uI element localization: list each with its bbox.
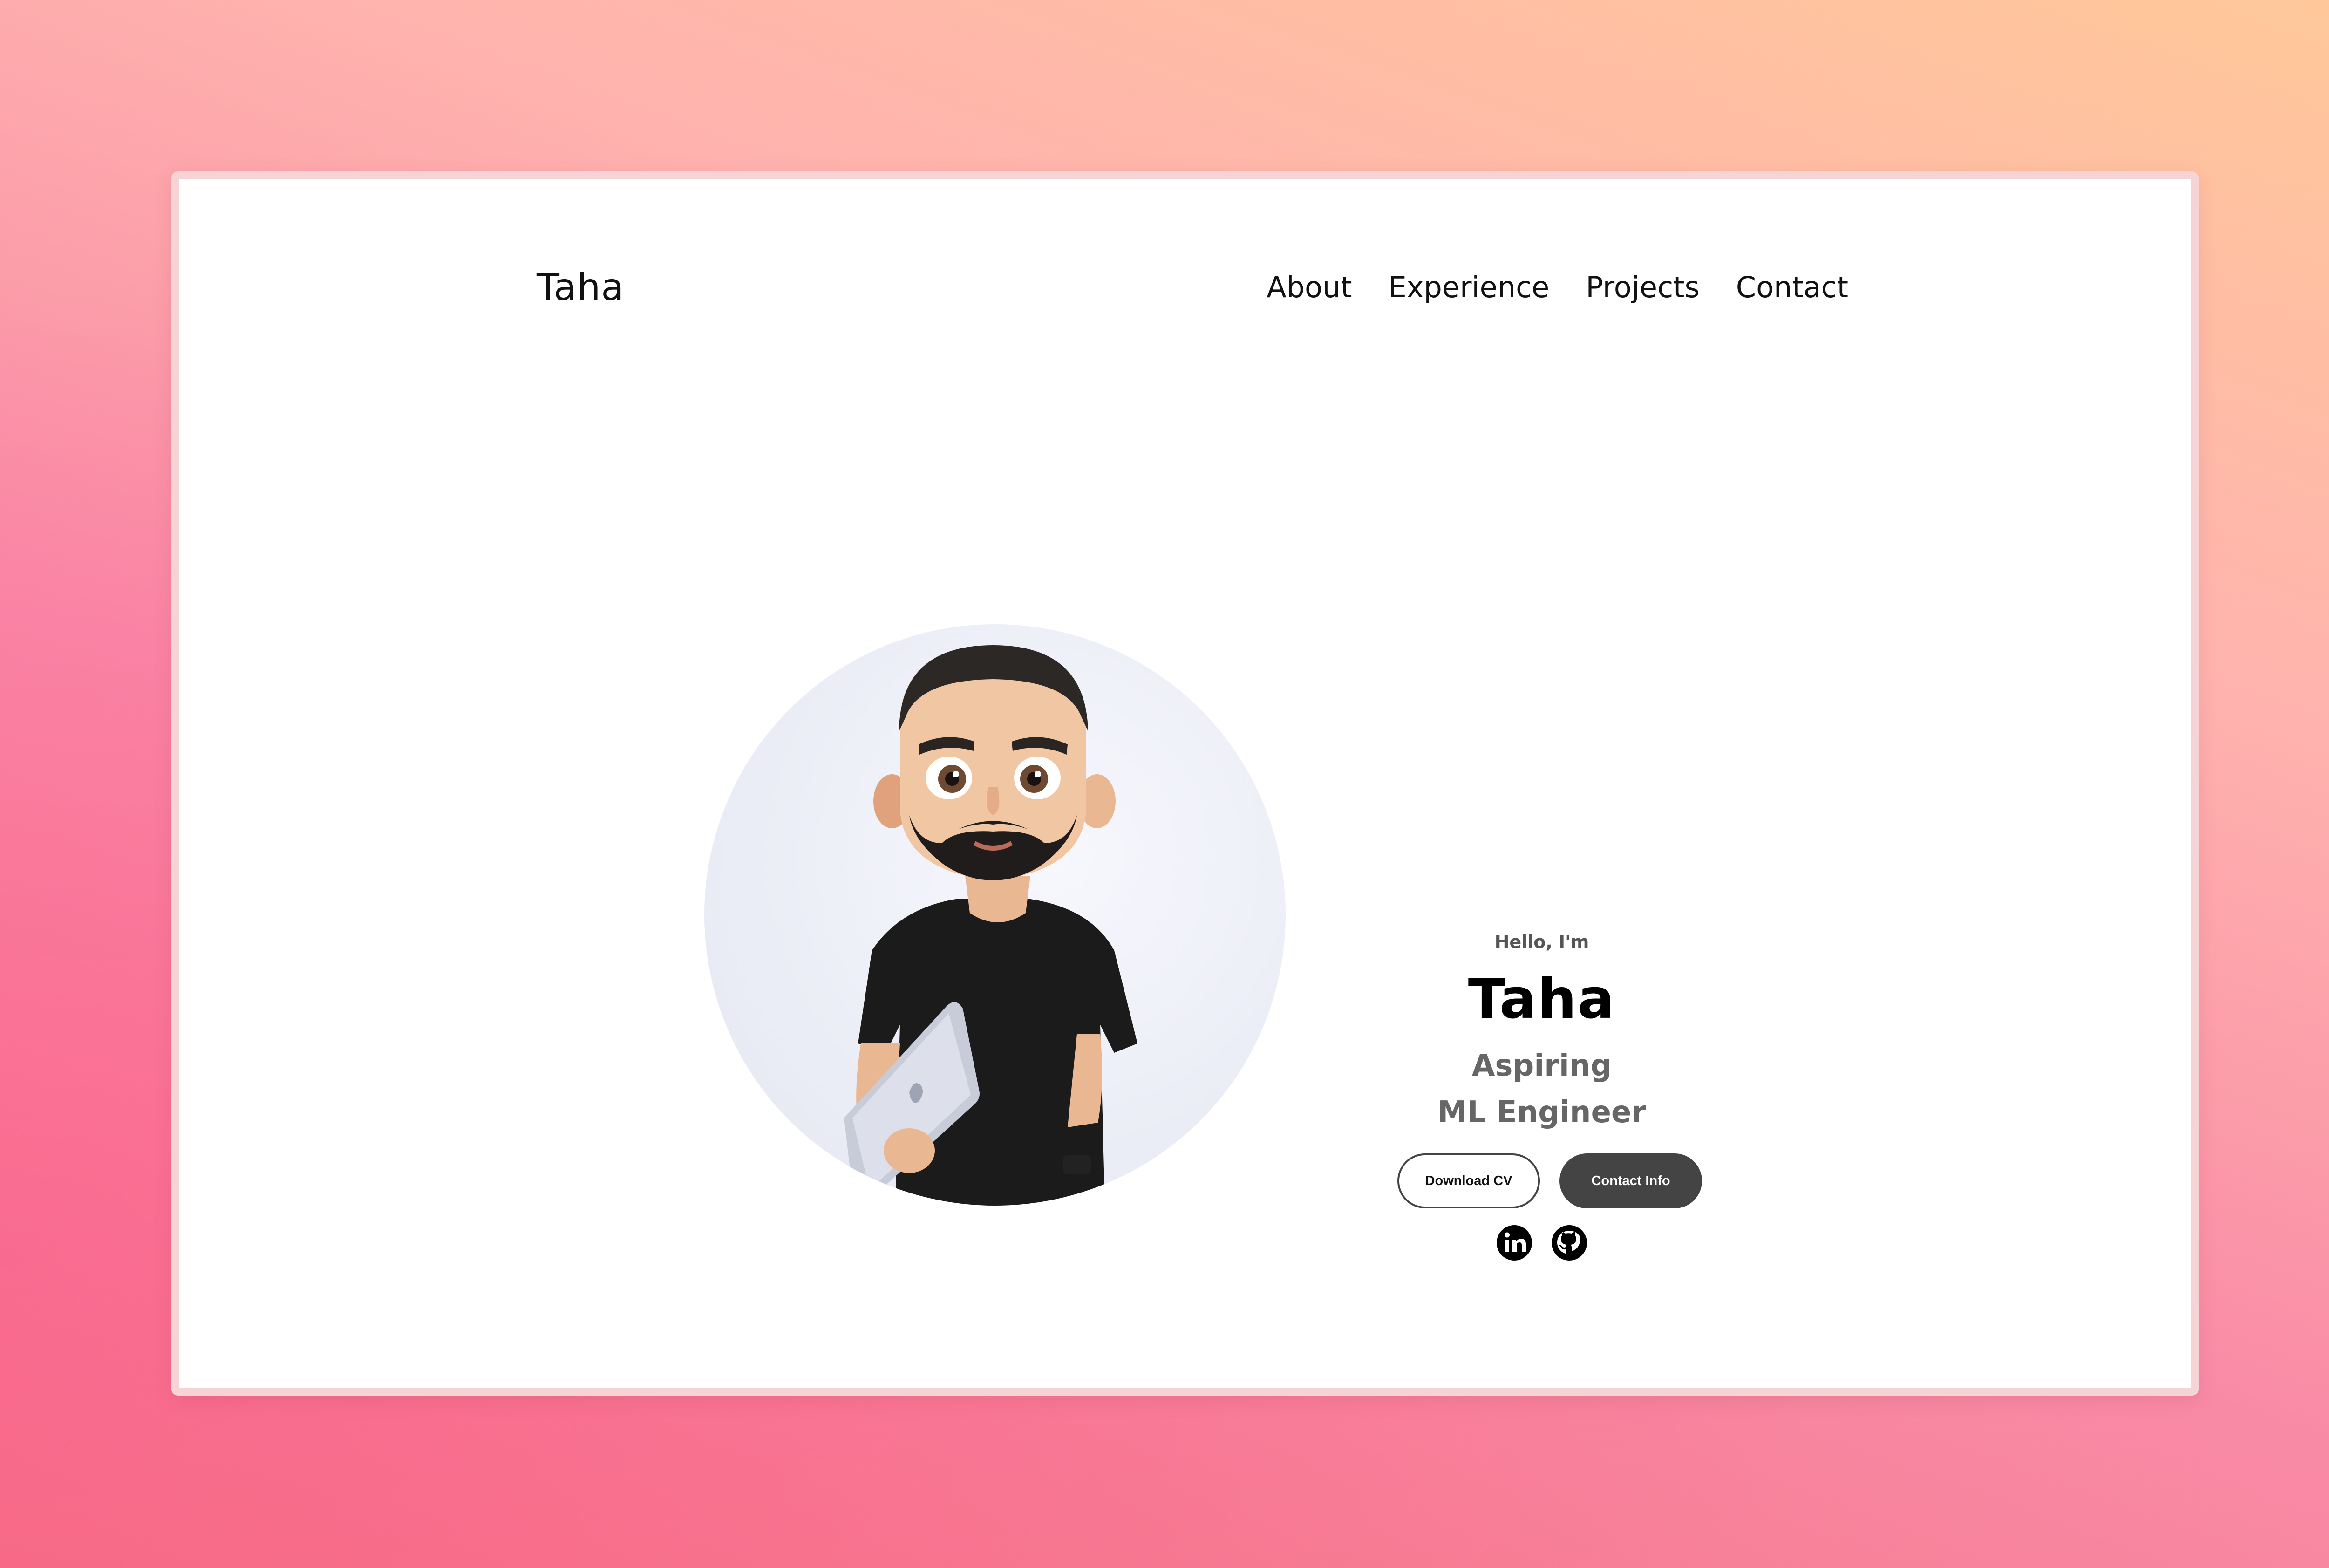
nav-link-experience[interactable]: Experience <box>1389 270 1550 304</box>
page: Taha About Experience Projects Contact H… <box>186 186 2184 1381</box>
role-line-1: Aspiring <box>1471 1049 1612 1083</box>
nav-link-projects[interactable]: Projects <box>1586 270 1699 304</box>
role-line-2: ML Engineer <box>1437 1095 1646 1130</box>
linkedin-icon[interactable] <box>1496 1224 1533 1261</box>
github-icon[interactable] <box>1551 1224 1588 1261</box>
hero-role: Aspiring ML Engineer <box>1360 1043 1723 1136</box>
download-cv-button[interactable]: Download CV <box>1397 1153 1540 1208</box>
greeting-text: Hello, I'm <box>1494 932 1589 952</box>
avatar-illustration <box>844 645 1137 1206</box>
main-nav: About Experience Projects Contact <box>1267 270 1848 304</box>
hero-name: Taha <box>1468 967 1616 1031</box>
browser-window: Taha About Experience Projects Contact H… <box>171 171 2199 1396</box>
profile-picture <box>704 624 1286 1206</box>
site-logo[interactable]: Taha <box>537 266 624 309</box>
contact-info-button[interactable]: Contact Info <box>1559 1153 1702 1208</box>
social-links <box>1360 1224 1723 1261</box>
nav-link-contact[interactable]: Contact <box>1736 270 1848 304</box>
nav-link-about[interactable]: About <box>1267 270 1352 304</box>
